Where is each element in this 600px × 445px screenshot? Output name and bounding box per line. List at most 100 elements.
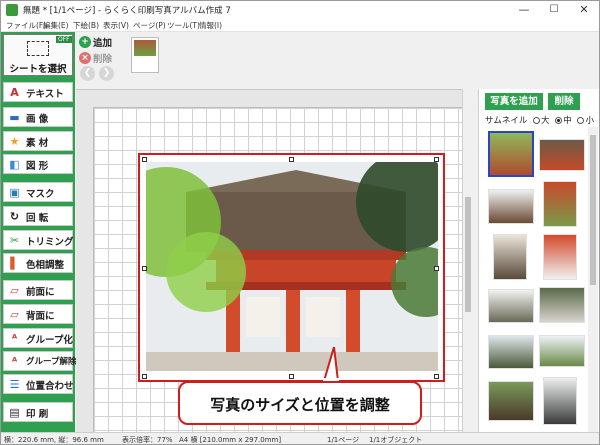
menu-info[interactable]: 情報(I)	[199, 20, 222, 31]
photo-thumbnail[interactable]	[543, 234, 577, 280]
printer-icon: ▤	[9, 406, 20, 419]
status-zoom: 表示倍率：77%	[122, 436, 173, 444]
page-thumbnail[interactable]	[131, 37, 159, 73]
status-object: 1/1オブジェクト	[369, 436, 423, 444]
photo-frame[interactable]	[138, 153, 445, 382]
selection-icon	[27, 41, 49, 56]
resize-handle[interactable]	[434, 374, 439, 379]
plus-icon: +	[79, 36, 91, 48]
next-page-button[interactable]: ❯	[99, 66, 114, 81]
status-bar: 横：220.6 mm, 縦：96.6 mm 表示倍率：77% A4 横 [210…	[1, 432, 599, 444]
tool-sidebar: OFF シートを選択 A テキスト ▬ 画 像 ★ 素 材 ◧ 図 形 ▣ マス…	[1, 32, 77, 432]
group-icon: ᴬ	[11, 332, 18, 345]
page-toolbar: + 追加 × 削除 ❮ ❯	[75, 32, 599, 83]
page-thumbnail-photo	[134, 40, 156, 56]
canvas-scrollbar-thumb[interactable]	[465, 197, 471, 312]
tool-label: トリミング	[26, 237, 74, 248]
delete-photo-button[interactable]: 削除	[548, 93, 580, 110]
photo-thumbnail[interactable]	[488, 189, 534, 224]
menu-background[interactable]: 下絵(B)	[73, 20, 99, 31]
radio-large[interactable]	[533, 117, 541, 124]
select-sheet-label: シートを選択	[9, 64, 67, 75]
resize-handle[interactable]	[142, 374, 147, 379]
instruction-callout: 写真のサイズと位置を調整	[178, 347, 422, 425]
thumbnail-scrollbar-thumb[interactable]	[590, 135, 596, 285]
delete-page-button[interactable]: × 削除	[79, 51, 119, 65]
close-button[interactable]: ✕	[569, 1, 599, 19]
thumbnail-label: サムネイル	[485, 116, 528, 126]
photo-thumbnail[interactable]	[543, 181, 577, 227]
radio-small[interactable]	[577, 117, 585, 124]
canvas-scrollbar[interactable]	[462, 89, 473, 432]
resize-handle[interactable]	[289, 374, 294, 379]
photo-thumbnail[interactable]	[488, 289, 534, 323]
photo-thumbnail[interactable]	[488, 335, 534, 369]
app-window: 無題 * [1/1ページ] - らくらく印刷写真アルバム作成 7 — ☐ ✕ フ…	[0, 0, 600, 445]
app-icon	[6, 4, 18, 16]
tool-label: グループ解除	[26, 357, 77, 367]
menu-page[interactable]: ページ(P)	[133, 20, 166, 31]
menu-bar: ファイル(F) 編集(E) 下絵(B) 表示(V) ページ(P) ツール(T) …	[1, 19, 599, 32]
tool-shape-button[interactable]: ◧ 図 形	[3, 154, 73, 174]
send-back-icon: ▱	[10, 308, 19, 321]
menu-tools[interactable]: ツール(T)	[167, 20, 200, 31]
select-sheet-button[interactable]: OFF シートを選択	[3, 34, 73, 76]
resize-handle[interactable]	[434, 157, 439, 162]
tool-align-button[interactable]: ☰ 位置合わせ	[3, 374, 74, 394]
off-badge[interactable]: OFF	[56, 36, 72, 43]
menu-edit[interactable]: 編集(E)	[43, 20, 69, 31]
tool-mask-button[interactable]: ▣ マスク	[3, 182, 73, 202]
maximize-button[interactable]: ☐	[539, 1, 569, 19]
tool-color-adjust-button[interactable]: ▌ 色相調整	[3, 253, 73, 273]
tool-rotate-button[interactable]: ↻ 回 転	[3, 206, 73, 226]
photo-thumbnail[interactable]	[488, 381, 534, 421]
tool-image-button[interactable]: ▬ 画 像	[3, 107, 73, 127]
mask-icon: ▣	[9, 186, 20, 199]
tool-text-button[interactable]: A テキスト	[3, 82, 73, 102]
minimize-button[interactable]: —	[509, 1, 539, 19]
delete-icon: ×	[79, 52, 91, 64]
menu-file[interactable]: ファイル(F)	[6, 20, 46, 31]
photo-thumbnail[interactable]	[493, 234, 527, 280]
size-small-label: 小	[585, 116, 594, 126]
resize-handle[interactable]	[434, 266, 439, 271]
radio-medium[interactable]	[555, 117, 563, 124]
photo-thumbnail[interactable]	[539, 139, 585, 171]
resize-handle[interactable]	[142, 157, 147, 162]
photo-thumbnail[interactable]	[539, 287, 585, 323]
callout-text: 写真のサイズと位置を調整	[210, 396, 390, 414]
tool-ungroup-button[interactable]: ᴬ グループ解除	[3, 351, 77, 371]
add-page-button[interactable]: + 追加	[79, 35, 119, 49]
thumbnail-size-selector: サムネイル 大 中 小	[485, 114, 594, 126]
tool-trimming-button[interactable]: ✂ トリミング	[3, 230, 74, 250]
resize-handle[interactable]	[142, 266, 147, 271]
tool-send-back-button[interactable]: ▱ 背面に	[3, 304, 73, 324]
delete-page-label: 削除	[93, 54, 113, 65]
thumbnail-scrollbar[interactable]	[588, 127, 598, 432]
color-adjust-icon: ▌	[10, 257, 19, 270]
ungroup-icon: ᴬ	[11, 355, 18, 368]
tool-label: 色相調整	[26, 260, 65, 271]
tool-label: マスク	[26, 189, 55, 200]
add-photo-button[interactable]: 写真を追加	[485, 93, 543, 110]
tool-label: 背面に	[26, 311, 55, 322]
title-bar: 無題 * [1/1ページ] - らくらく印刷写真アルバム作成 7 — ☐ ✕	[1, 1, 599, 19]
text-icon: A	[10, 86, 19, 99]
photo-thumbnail[interactable]	[488, 131, 534, 177]
shrine-photo[interactable]	[146, 162, 438, 371]
callout-pointer	[322, 347, 340, 381]
status-paper: A4 横 [210.0mm x 297.0mm]	[179, 436, 282, 444]
photo-thumbnail[interactable]	[543, 377, 577, 425]
tool-label: テキスト	[26, 89, 64, 100]
add-page-label: 追加	[93, 38, 113, 49]
tool-group-button[interactable]: ᴬ グループ化	[3, 328, 73, 348]
photo-thumbnail[interactable]	[539, 335, 585, 367]
menu-view[interactable]: 表示(V)	[103, 20, 129, 31]
tool-print-button[interactable]: ▤ 印 刷	[3, 402, 73, 422]
prev-page-button[interactable]: ❮	[80, 66, 95, 81]
tool-bring-front-button[interactable]: ▱ 前面に	[3, 280, 73, 300]
tool-label: 素 材	[26, 138, 49, 149]
bring-front-icon: ▱	[10, 284, 19, 297]
resize-handle[interactable]	[289, 157, 294, 162]
tool-material-button[interactable]: ★ 素 材	[3, 131, 73, 151]
